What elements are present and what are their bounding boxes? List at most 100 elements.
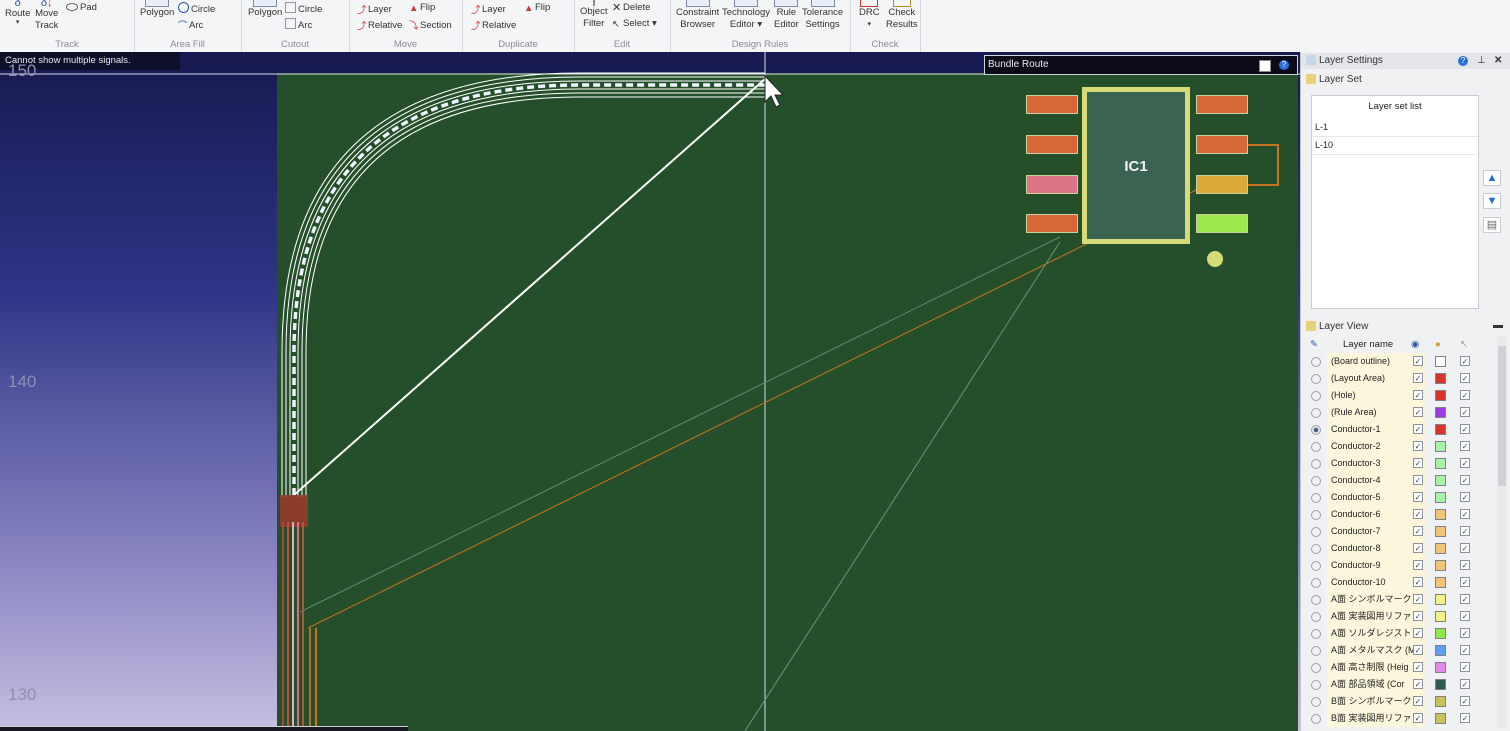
ic-pad[interactable] xyxy=(1196,175,1248,194)
active-layer-radio[interactable] xyxy=(1311,544,1321,554)
cutout-polygon-button[interactable]: Polygon xyxy=(248,0,282,19)
layer-row[interactable]: Conductor-6 ✓ ✓ xyxy=(1305,506,1499,523)
scrollbar-thumb[interactable] xyxy=(1498,346,1506,486)
collapse-icon[interactable]: ▬ xyxy=(1493,318,1503,334)
visible-checkbox[interactable]: ✓ xyxy=(1413,560,1423,570)
areafill-arc-button[interactable]: ⌒Arc xyxy=(178,18,203,32)
vertical-scrollbar[interactable] xyxy=(1497,336,1507,728)
selectable-checkbox[interactable]: ✓ xyxy=(1460,696,1470,706)
layer-row[interactable]: Conductor-2 ✓ ✓ xyxy=(1305,438,1499,455)
layer-color-swatch[interactable] xyxy=(1435,594,1446,605)
layer-color-swatch[interactable] xyxy=(1435,628,1446,639)
visible-checkbox[interactable]: ✓ xyxy=(1413,526,1423,536)
pcb-canvas[interactable]: Cannot show multiple signals. 150 140 13… xyxy=(0,52,1300,731)
layer-row[interactable]: Conductor-1 ✓ ✓ xyxy=(1305,421,1499,438)
check-results-button[interactable]: Check Results xyxy=(886,0,918,31)
visible-checkbox[interactable]: ✓ xyxy=(1413,662,1423,672)
active-layer-radio[interactable] xyxy=(1311,578,1321,588)
object-filter-button[interactable]: Object Filter xyxy=(580,0,607,30)
layer-row[interactable]: A面 部品領域 (Cor ✓ ✓ xyxy=(1305,676,1499,693)
active-layer-radio[interactable] xyxy=(1311,612,1321,622)
visible-checkbox[interactable]: ✓ xyxy=(1413,492,1423,502)
selectable-checkbox[interactable]: ✓ xyxy=(1460,492,1470,502)
ic1-component[interactable]: IC1 xyxy=(1082,87,1190,244)
drc-button[interactable]: DRC ▾ xyxy=(859,0,880,31)
layer-color-swatch[interactable] xyxy=(1435,662,1446,673)
selectable-checkbox[interactable]: ✓ xyxy=(1460,679,1470,689)
areafill-circle-button[interactable]: Circle xyxy=(178,2,215,15)
layer-row[interactable]: Conductor-8 ✓ ✓ xyxy=(1305,540,1499,557)
layer-row[interactable]: Conductor-3 ✓ ✓ xyxy=(1305,455,1499,472)
visible-checkbox[interactable]: ✓ xyxy=(1413,543,1423,553)
active-layer-radio[interactable] xyxy=(1311,595,1321,605)
selectable-checkbox[interactable]: ✓ xyxy=(1460,628,1470,638)
active-layer-radio[interactable] xyxy=(1311,663,1321,673)
move-track-button[interactable]: δ↓ Move Track xyxy=(35,0,58,32)
visible-checkbox[interactable]: ✓ xyxy=(1413,611,1423,621)
selectable-checkbox[interactable]: ✓ xyxy=(1460,373,1470,383)
layer-color-swatch[interactable] xyxy=(1435,696,1446,707)
layer-color-swatch[interactable] xyxy=(1435,390,1446,401)
cutout-arc-button[interactable]: Arc xyxy=(285,18,312,31)
active-layer-radio[interactable] xyxy=(1311,561,1321,571)
visible-checkbox[interactable]: ✓ xyxy=(1413,577,1423,587)
layer-color-swatch[interactable] xyxy=(1435,424,1446,435)
visible-checkbox[interactable]: ✓ xyxy=(1413,458,1423,468)
active-layer-radio[interactable] xyxy=(1311,408,1321,418)
selectable-checkbox[interactable]: ✓ xyxy=(1460,594,1470,604)
selectable-checkbox[interactable]: ✓ xyxy=(1460,458,1470,468)
active-layer-radio[interactable] xyxy=(1311,714,1321,724)
active-layer-radio[interactable] xyxy=(1311,391,1321,401)
selectable-checkbox[interactable]: ✓ xyxy=(1460,424,1470,434)
visible-checkbox[interactable]: ✓ xyxy=(1413,696,1423,706)
layer-color-swatch[interactable] xyxy=(1435,373,1446,384)
selectable-checkbox[interactable]: ✓ xyxy=(1460,526,1470,536)
active-layer-radio[interactable] xyxy=(1311,357,1321,367)
selectable-checkbox[interactable]: ✓ xyxy=(1460,509,1470,519)
layer-color-swatch[interactable] xyxy=(1435,458,1446,469)
selectable-checkbox[interactable]: ✓ xyxy=(1460,407,1470,417)
layer-color-swatch[interactable] xyxy=(1435,577,1446,588)
visible-checkbox[interactable]: ✓ xyxy=(1413,407,1423,417)
ic-pad[interactable] xyxy=(1026,214,1078,233)
selectable-checkbox[interactable]: ✓ xyxy=(1460,577,1470,587)
layer-color-swatch[interactable] xyxy=(1435,543,1446,554)
layer-color-swatch[interactable] xyxy=(1435,679,1446,690)
active-layer-radio[interactable] xyxy=(1311,442,1321,452)
ic-pad[interactable] xyxy=(1196,95,1248,114)
move-up-button[interactable]: ▲ xyxy=(1483,170,1501,186)
technology-editor-button[interactable]: Technology Editor ▾ xyxy=(722,0,770,31)
delete-button[interactable]: ✕ Delete xyxy=(612,2,650,14)
active-layer-radio[interactable] xyxy=(1311,493,1321,503)
rule-editor-button[interactable]: Rule Editor xyxy=(774,0,799,31)
active-layer-radio[interactable] xyxy=(1311,476,1321,486)
visible-checkbox[interactable]: ✓ xyxy=(1413,424,1423,434)
help-icon[interactable]: ? xyxy=(1458,56,1468,66)
layer-row[interactable]: Conductor-10 ✓ ✓ xyxy=(1305,574,1499,591)
visible-checkbox[interactable]: ✓ xyxy=(1413,373,1423,383)
ic-pad[interactable] xyxy=(1196,135,1248,154)
move-relative-button[interactable]: ⤴Relative xyxy=(357,18,402,32)
constraint-browser-button[interactable]: Constraint Browser xyxy=(676,0,719,31)
duplicate-relative-button[interactable]: ⤴Relative xyxy=(471,18,516,32)
layer-row[interactable]: (Board outline) ✓ ✓ xyxy=(1305,353,1499,370)
visible-checkbox[interactable]: ✓ xyxy=(1413,509,1423,519)
layer-color-swatch[interactable] xyxy=(1435,560,1446,571)
layer-row[interactable]: A面 ソルダレジスト (✓ ✓ xyxy=(1305,625,1499,642)
areafill-polygon-button[interactable]: Polygon xyxy=(140,0,174,19)
layer-color-swatch[interactable] xyxy=(1435,441,1446,452)
selectable-checkbox[interactable]: ✓ xyxy=(1460,356,1470,366)
active-layer-radio[interactable] xyxy=(1311,680,1321,690)
move-flip-button[interactable]: ▲ Flip xyxy=(409,2,435,14)
cutout-circle-button[interactable]: Circle xyxy=(285,2,322,15)
visible-checkbox[interactable]: ✓ xyxy=(1413,594,1423,604)
close-icon[interactable]: ✕ xyxy=(1494,53,1502,69)
help-icon[interactable]: ? xyxy=(1279,60,1289,70)
route-button[interactable]: δ Route ▾ xyxy=(5,0,30,27)
layer-color-swatch[interactable] xyxy=(1435,492,1446,503)
selectable-checkbox[interactable]: ✓ xyxy=(1460,560,1470,570)
layer-row[interactable]: Conductor-9 ✓ ✓ xyxy=(1305,557,1499,574)
move-layer-button[interactable]: ⤴Layer xyxy=(357,2,392,16)
ic-pad[interactable] xyxy=(1026,175,1078,194)
layer-color-swatch[interactable] xyxy=(1435,526,1446,537)
